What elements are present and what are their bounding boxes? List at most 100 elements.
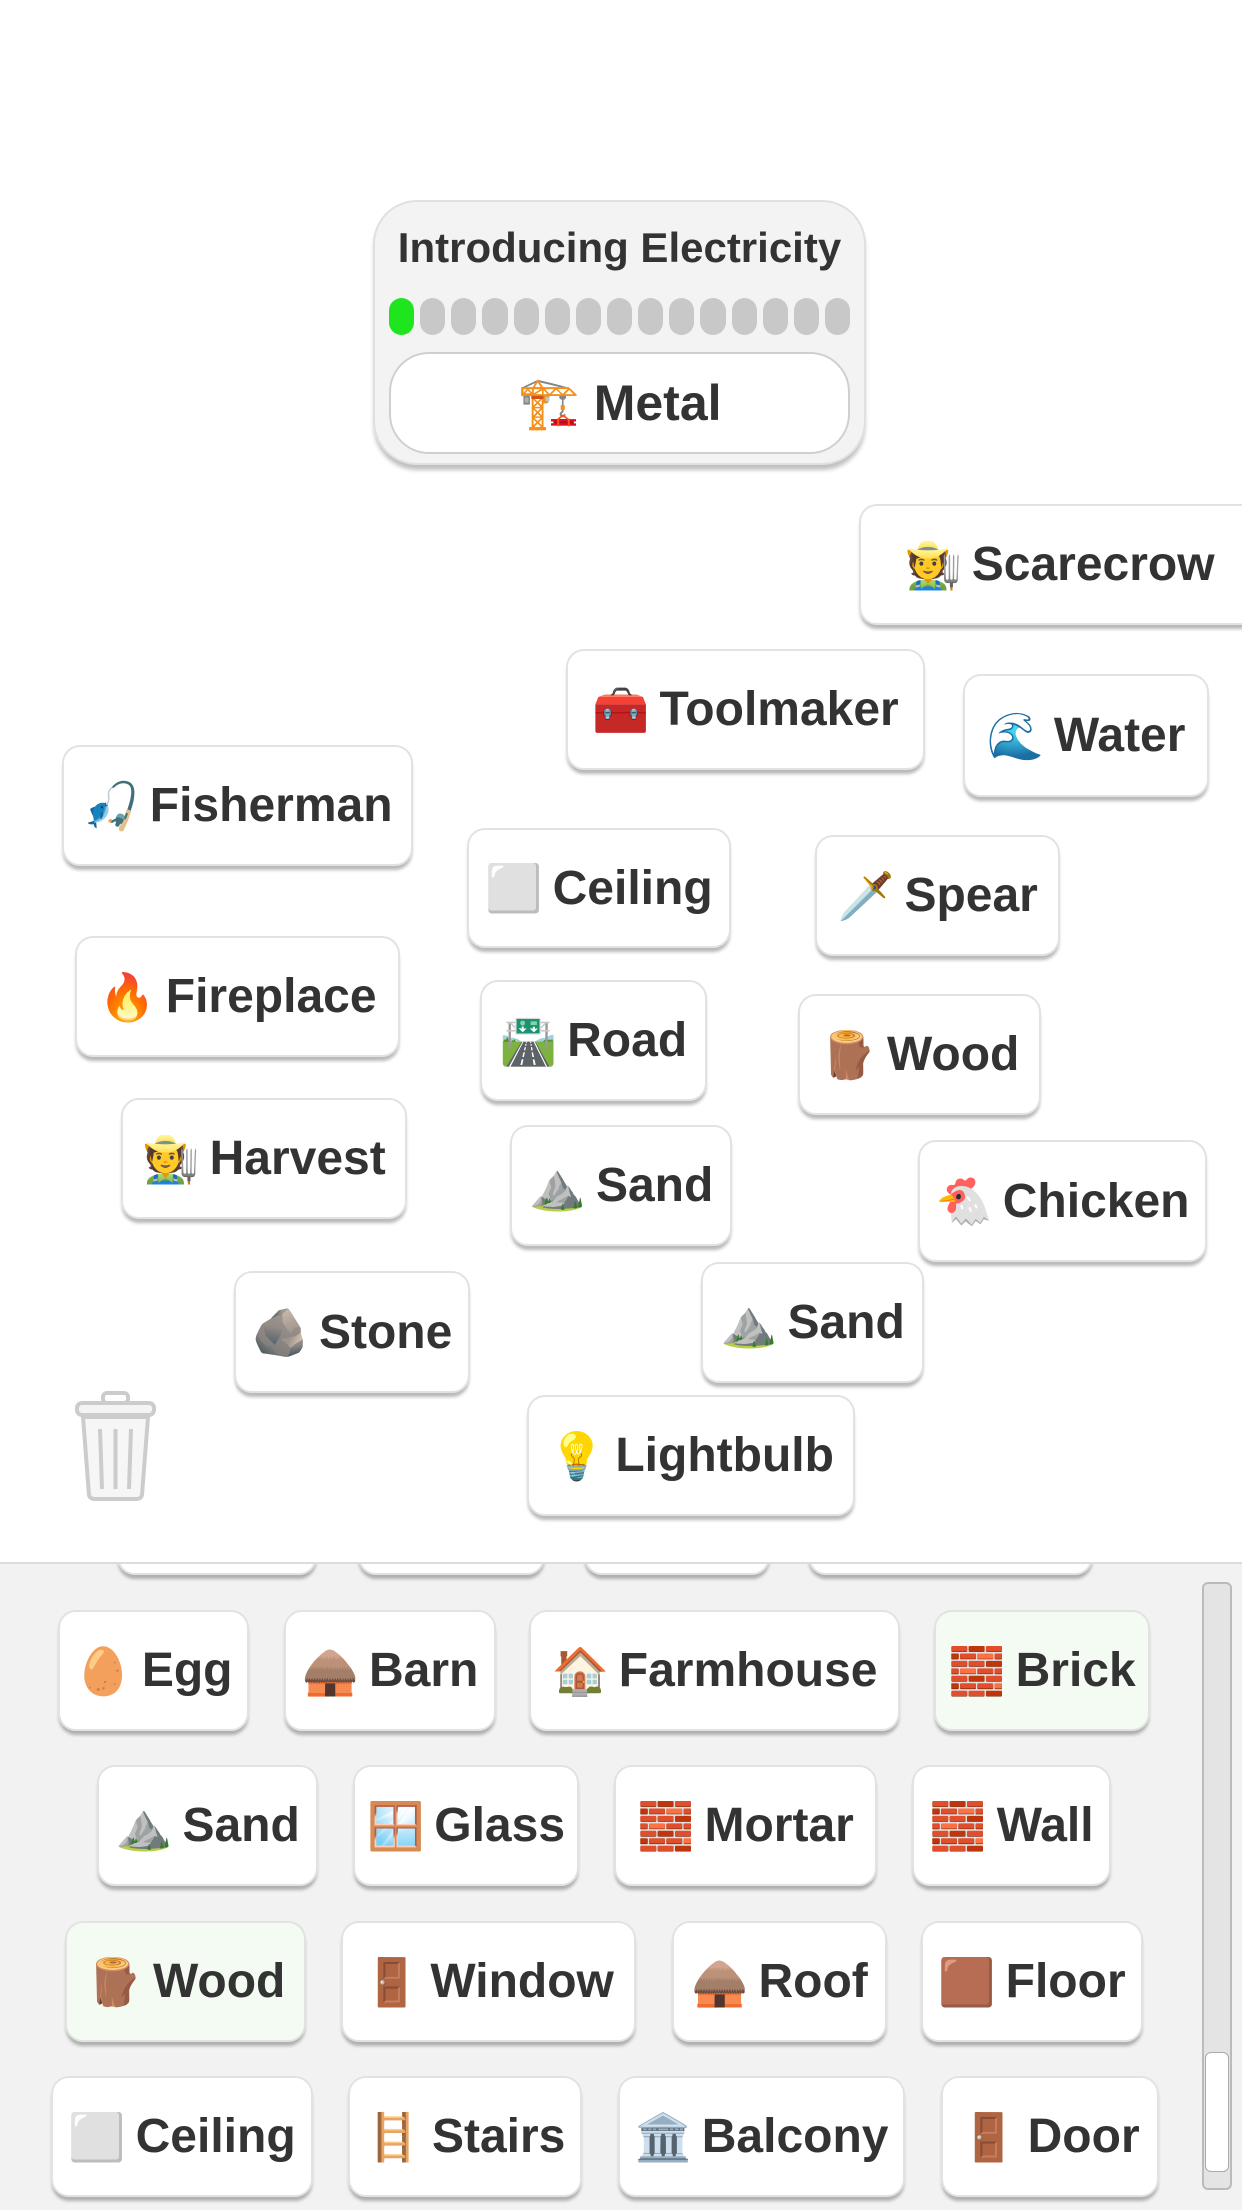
progress-dot	[669, 298, 695, 335]
element-fireplace[interactable]: 🔥 Fireplace	[75, 936, 400, 1057]
element-mortar[interactable]: 🧱 Mortar	[614, 1765, 877, 1886]
element-brick[interactable]: 🧱 Brick	[934, 1610, 1150, 1731]
goal-title: Introducing Electricity	[397, 224, 842, 271]
element-label: Chicken	[1002, 1174, 1190, 1228]
goal-progress	[389, 298, 851, 335]
element-ceiling[interactable]: ⬜ Ceiling	[467, 828, 731, 948]
element-farmhouse[interactable]: 🏠 Farmhouse	[529, 1610, 900, 1731]
egg-icon: 🥚	[74, 1644, 132, 1697]
trash-icon[interactable]	[73, 1391, 158, 1501]
brick-icon: 🧱	[948, 1644, 1006, 1697]
element-label: Door	[1027, 2110, 1140, 2163]
barn-icon: 🛖	[301, 1644, 359, 1697]
element-label: Sand	[182, 1799, 300, 1852]
farmer-icon: 🧑‍🌾	[142, 1132, 200, 1185]
progress-dot	[793, 298, 819, 335]
element-window[interactable]: 🚪 Window	[341, 1921, 636, 2042]
ceiling-icon: ⬜	[68, 2110, 126, 2163]
element-wood[interactable]: 🪵 Wood	[798, 994, 1041, 1115]
element-wood[interactable]: 🪵 Wood	[65, 1921, 306, 2042]
progress-dot	[762, 298, 788, 335]
parquet-icon: 🟫	[938, 1955, 996, 2008]
element-door[interactable]: 🚪 Door	[941, 2076, 1159, 2197]
sand-icon: ⛰️	[115, 1799, 173, 1852]
progress-dot	[451, 298, 477, 335]
mortar-icon: 🧱	[637, 1799, 695, 1852]
progress-dot	[482, 298, 508, 335]
element-label: Wood	[152, 1955, 286, 2008]
fisherman-icon: 🎣	[82, 779, 140, 832]
element-fisherman[interactable]: 🎣 Fisherman	[62, 745, 413, 866]
element-stone[interactable]: 🪨 Stone	[234, 1271, 470, 1393]
farmhouse-icon: 🏠	[551, 1644, 609, 1697]
rock-icon: 🪨	[251, 1306, 309, 1358]
element-ceiling[interactable]: ⬜ Ceiling	[51, 2076, 313, 2197]
goal-target-label: Metal	[593, 375, 722, 431]
element-label: Window	[430, 1955, 614, 2008]
element-water[interactable]: 🌊 Water	[963, 674, 1209, 797]
sand-icon: ⛰️	[528, 1159, 586, 1212]
element-floor[interactable]: 🟫 Floor	[921, 1921, 1143, 2042]
element-label: Farmhouse	[618, 1644, 878, 1697]
goal-target-element[interactable]: 🏗️ Metal	[389, 352, 850, 454]
fireplace-icon: 🔥	[98, 970, 156, 1023]
progress-dot	[731, 298, 757, 335]
progress-dot	[700, 298, 726, 335]
wall-icon: 🧱	[929, 1799, 987, 1852]
sand-icon: ⛰️	[720, 1296, 778, 1349]
element-label: Harvest	[209, 1132, 386, 1185]
lightbulb-icon: 💡	[548, 1429, 606, 1482]
element-road[interactable]: 🛣️ Road	[480, 980, 707, 1101]
element-roof[interactable]: 🛖 Roof	[672, 1921, 887, 2042]
element-label: Floor	[1005, 1955, 1126, 2008]
element-egg[interactable]: 🥚 Egg	[58, 1610, 249, 1731]
element-sand[interactable]: ⛰️ Sand	[701, 1262, 924, 1383]
element-label: Stone	[318, 1305, 453, 1359]
element-glass[interactable]: 🪟 Glass	[353, 1765, 579, 1886]
element-label: Ceiling	[552, 861, 713, 915]
element-card[interactable]	[584, 1564, 770, 1575]
element-wall[interactable]: 🧱 Wall	[912, 1765, 1111, 1886]
element-barn[interactable]: 🛖 Barn	[284, 1610, 496, 1731]
element-label: Barn	[368, 1644, 479, 1697]
element-label: Road	[567, 1014, 688, 1067]
element-balcony[interactable]: 🏛️ Balcony	[618, 2076, 905, 2197]
inventory-scrollbar[interactable]	[1202, 1582, 1232, 2190]
element-label: Brick	[1015, 1644, 1136, 1697]
element-label: Roof	[758, 1955, 868, 2008]
wood-icon: 🪵	[819, 1028, 877, 1081]
progress-dot	[389, 298, 415, 335]
wave-icon: 🌊	[986, 709, 1044, 762]
element-label: Water	[1053, 709, 1186, 762]
element-label: Glass	[434, 1799, 566, 1852]
spear-icon: 🗡️	[837, 869, 895, 922]
road-icon: 🛣️	[499, 1014, 558, 1067]
element-card[interactable]	[808, 1564, 1093, 1575]
glass-icon: 🪟	[366, 1799, 425, 1852]
element-card[interactable]	[358, 1564, 545, 1575]
element-card[interactable]	[117, 1564, 317, 1575]
progress-dot	[513, 298, 539, 335]
element-label: Ceiling	[135, 2110, 296, 2163]
element-chicken[interactable]: 🐔 Chicken	[918, 1140, 1207, 1262]
element-harvest[interactable]: 🧑‍🌾 Harvest	[121, 1098, 407, 1219]
element-lightbulb[interactable]: 💡 Lightbulb	[527, 1395, 855, 1516]
element-label: Wood	[886, 1028, 1020, 1081]
element-spear[interactable]: 🗡️ Spear	[815, 835, 1060, 956]
ceiling-icon: ⬜	[485, 862, 543, 914]
element-sand[interactable]: ⛰️ Sand	[97, 1765, 318, 1886]
wood-icon: 🪵	[85, 1955, 143, 2008]
element-scarecrow[interactable]: 🧑‍🌾 Scarecrow	[859, 504, 1242, 625]
balcony-icon: 🏛️	[634, 2110, 692, 2163]
element-label: Lightbulb	[615, 1429, 834, 1482]
element-sand[interactable]: ⛰️ Sand	[510, 1125, 732, 1246]
metal-beam-icon: 🏗️	[517, 374, 580, 431]
scrollbar-thumb[interactable]	[1205, 2052, 1229, 2172]
progress-dot	[575, 298, 601, 335]
hut-icon: 🛖	[691, 1955, 749, 2008]
element-label: Sand	[787, 1296, 905, 1349]
element-label: Balcony	[701, 2110, 889, 2163]
element-stairs[interactable]: 🪜 Stairs	[348, 2076, 582, 2197]
element-label: Toolmaker	[659, 683, 899, 736]
element-toolmaker[interactable]: 🧰 Toolmaker	[566, 649, 925, 770]
